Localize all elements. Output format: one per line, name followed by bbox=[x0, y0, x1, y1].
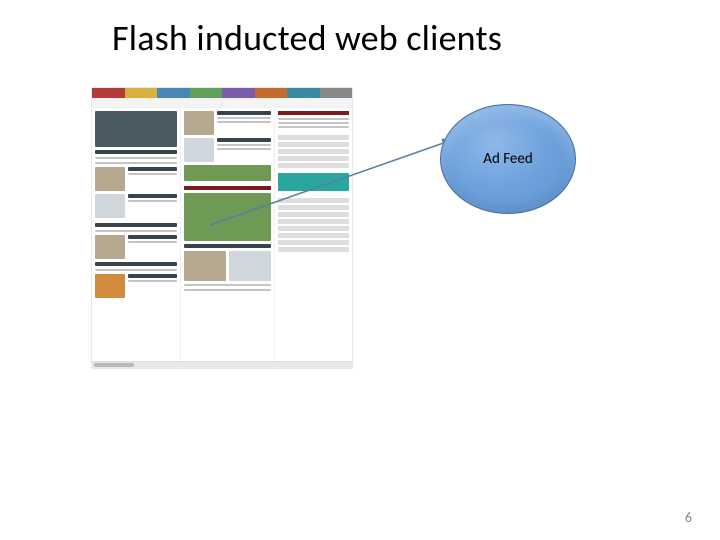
horizontal-scrollbar bbox=[92, 361, 352, 368]
text-line bbox=[95, 157, 177, 159]
story-item bbox=[95, 194, 177, 218]
headline bbox=[128, 194, 177, 198]
list-item bbox=[278, 149, 349, 154]
thumb bbox=[95, 194, 125, 218]
text-line bbox=[128, 280, 177, 282]
headline bbox=[128, 274, 177, 278]
story-item bbox=[184, 138, 271, 162]
sidebar-block bbox=[278, 118, 349, 128]
headline bbox=[217, 111, 271, 115]
text-line bbox=[278, 126, 349, 128]
subnav-item bbox=[92, 99, 135, 107]
text-line bbox=[128, 241, 177, 243]
story-item bbox=[95, 235, 177, 259]
page-number: 6 bbox=[685, 509, 692, 526]
thumb bbox=[184, 251, 226, 281]
text-line bbox=[184, 284, 271, 286]
list-item bbox=[278, 233, 349, 238]
nav-tab bbox=[190, 88, 223, 98]
thumb bbox=[229, 251, 271, 281]
left-column bbox=[92, 108, 180, 364]
promo-box bbox=[278, 173, 349, 191]
nav-tab bbox=[287, 88, 320, 98]
nav-tab bbox=[157, 88, 190, 98]
text-line bbox=[95, 230, 177, 232]
story-item bbox=[184, 111, 271, 135]
list-item bbox=[278, 156, 349, 161]
thumb bbox=[184, 138, 214, 162]
subnav-item bbox=[222, 99, 265, 107]
headline bbox=[95, 150, 177, 154]
list-item bbox=[278, 135, 349, 140]
webpage-content bbox=[92, 108, 352, 364]
list-item bbox=[278, 219, 349, 224]
webpage-navbar bbox=[92, 88, 352, 99]
thumb-row bbox=[184, 251, 271, 281]
text-line bbox=[128, 200, 177, 202]
story-item bbox=[95, 167, 177, 191]
thumb bbox=[95, 274, 125, 298]
story-item bbox=[95, 274, 177, 298]
nav-tab bbox=[222, 88, 255, 98]
bubble-label: Ad Feed bbox=[483, 150, 532, 168]
sidebar-ad-feed bbox=[274, 108, 352, 364]
sidebar-header bbox=[278, 111, 349, 115]
text-line bbox=[184, 289, 271, 291]
text-line bbox=[217, 144, 271, 146]
middle-column bbox=[180, 108, 274, 364]
list-item bbox=[278, 247, 349, 252]
headline bbox=[217, 138, 271, 142]
headline bbox=[128, 235, 177, 239]
sidebar-list bbox=[278, 198, 349, 254]
thumb bbox=[95, 167, 125, 191]
ad-feed-bubble: Ad Feed bbox=[440, 104, 576, 214]
nav-tab bbox=[255, 88, 288, 98]
list-item bbox=[278, 205, 349, 210]
text-line bbox=[217, 117, 271, 119]
subnav-item bbox=[265, 99, 308, 107]
ad-thumb bbox=[184, 165, 271, 181]
text-line bbox=[217, 121, 271, 123]
text-line bbox=[95, 162, 177, 164]
headline bbox=[95, 262, 177, 266]
subnav-item bbox=[309, 99, 352, 107]
list-item bbox=[278, 142, 349, 147]
headline bbox=[184, 244, 271, 248]
subnav-item bbox=[135, 99, 178, 107]
slide-title: Flash inducted web clients bbox=[112, 16, 502, 60]
section-header bbox=[184, 186, 271, 190]
text-line bbox=[128, 173, 177, 175]
nav-tab bbox=[320, 88, 353, 98]
list-item bbox=[278, 240, 349, 245]
list-item bbox=[278, 163, 349, 168]
thumb bbox=[184, 111, 214, 135]
video-thumb bbox=[184, 193, 271, 241]
sidebar-list bbox=[278, 135, 349, 170]
nav-tab bbox=[125, 88, 158, 98]
nav-tab bbox=[92, 88, 125, 98]
hero-thumb bbox=[95, 111, 177, 147]
headline bbox=[128, 167, 177, 171]
text-line bbox=[278, 118, 349, 120]
webpage-screenshot bbox=[92, 88, 352, 368]
list-item bbox=[278, 226, 349, 231]
list-item bbox=[278, 198, 349, 203]
list-item bbox=[278, 212, 349, 217]
webpage-subnav bbox=[92, 99, 352, 108]
headline bbox=[95, 223, 177, 227]
subnav-item bbox=[179, 99, 222, 107]
text-line bbox=[95, 269, 177, 271]
slide: Flash inducted web clients bbox=[0, 0, 720, 540]
thumb bbox=[95, 235, 125, 259]
text-line bbox=[278, 122, 349, 124]
text-line bbox=[217, 148, 271, 150]
